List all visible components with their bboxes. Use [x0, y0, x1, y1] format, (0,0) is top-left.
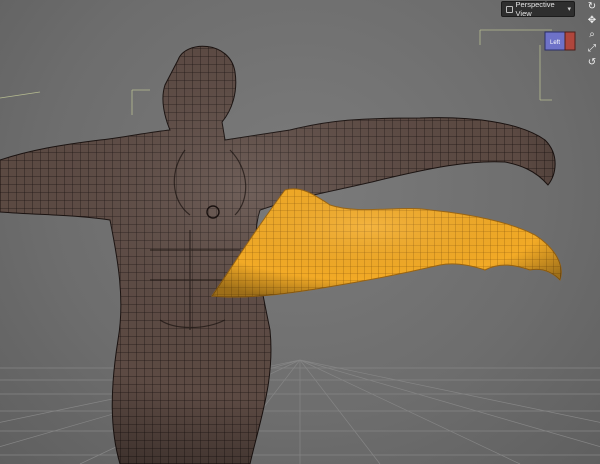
orbit-icon[interactable]: ↺: [586, 57, 598, 69]
3d-viewport[interactable]: Perspective View ▾ ↻ ✥ ⌕ ⤢ ↺ Left: [0, 0, 600, 464]
nav-cube-face-label: Left: [550, 40, 560, 46]
view-switcher[interactable]: Perspective View ▾: [501, 0, 575, 18]
camera-icon: [506, 5, 513, 13]
floor-grid: [0, 359, 600, 464]
zoom-icon[interactable]: ⌕: [586, 29, 598, 41]
bounding-box-guides: [0, 29, 552, 115]
frame-icon[interactable]: ⤢: [586, 43, 598, 55]
rotate-icon[interactable]: ↻: [586, 1, 598, 13]
navigation-tools: ↻ ✥ ⌕ ⤢ ↺: [585, 1, 599, 69]
chevron-down-icon[interactable]: ▾: [567, 5, 571, 13]
nav-cube[interactable]: Left: [543, 29, 579, 53]
view-switcher-label: Perspective View: [515, 0, 555, 18]
pan-icon[interactable]: ✥: [586, 15, 598, 27]
scene-canvas[interactable]: [0, 0, 600, 464]
